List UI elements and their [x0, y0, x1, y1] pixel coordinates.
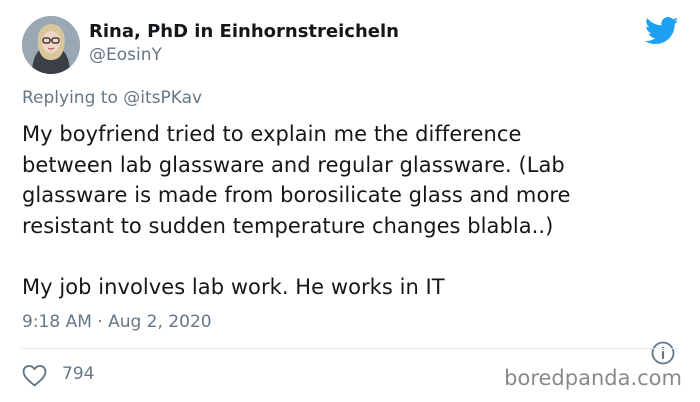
tweet-timestamp[interactable]: 9:18 AM · Aug 2, 2020: [22, 312, 212, 332]
replying-to: Replying to @itsPKav: [22, 88, 202, 108]
tweet-line: glassware is made from borosilicate glas…: [22, 183, 571, 207]
tweet-body: My boyfriend tried to explain me the dif…: [22, 119, 682, 302]
author-handle[interactable]: @EosinY: [89, 45, 162, 65]
divider: [22, 348, 678, 349]
avatar[interactable]: [22, 16, 80, 74]
tweet-line: My boyfriend tried to explain me the dif…: [22, 122, 522, 146]
like-count[interactable]: 794: [62, 364, 94, 384]
reply-mention-link[interactable]: @itsPKav: [123, 88, 202, 108]
info-icon[interactable]: [650, 340, 676, 366]
watermark: boredpanda.com: [504, 366, 682, 390]
twitter-bird-icon[interactable]: [644, 16, 679, 46]
tweet-line: between lab glassware and regular glassw…: [22, 152, 565, 177]
tweet-line: resistant to sudden temperature changes …: [22, 213, 554, 238]
author-display-name[interactable]: Rina, PhD in Einhornstreicheln: [89, 21, 399, 42]
tweet-line: My job involves lab work. He works in IT: [22, 274, 445, 299]
heart-icon[interactable]: [22, 364, 47, 387]
replying-to-prefix: Replying to: [22, 88, 124, 108]
